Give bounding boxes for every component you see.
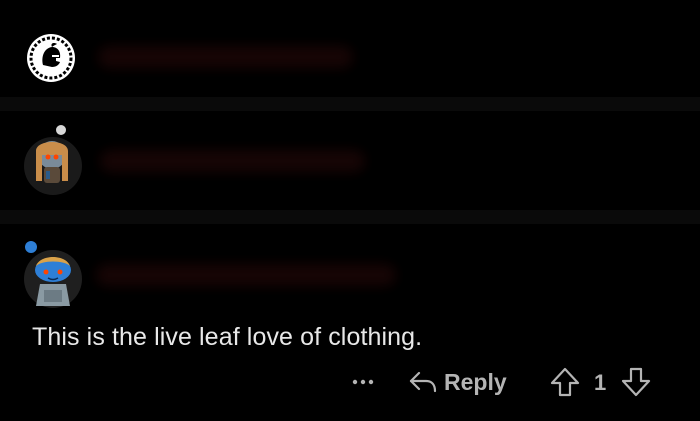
avatar-blonde-icon bbox=[24, 137, 82, 195]
hidden-username bbox=[100, 150, 365, 172]
spartan-helmet-avatar[interactable] bbox=[26, 33, 76, 83]
reply-button[interactable]: Reply bbox=[408, 366, 507, 398]
thread-divider bbox=[0, 210, 700, 224]
ellipsis-icon bbox=[352, 379, 374, 385]
comment-3 bbox=[0, 232, 700, 312]
upvote-button[interactable] bbox=[549, 366, 581, 398]
antenna-icon bbox=[56, 125, 66, 135]
spartan-helmet-icon bbox=[27, 34, 75, 82]
downvote-button[interactable] bbox=[620, 366, 652, 398]
reply-label: Reply bbox=[444, 368, 507, 395]
comment-text: This is the live leaf love of clothing. bbox=[32, 323, 423, 351]
hidden-username bbox=[98, 46, 353, 68]
downvote-arrow-icon bbox=[621, 367, 651, 397]
hidden-username bbox=[96, 264, 396, 286]
avatar-blue-icon bbox=[24, 250, 82, 308]
antenna-icon bbox=[25, 241, 37, 253]
vote-count: 1 bbox=[594, 370, 607, 395]
snoo-blue-avatar[interactable] bbox=[22, 241, 82, 308]
comment-action-bar: Reply 1 bbox=[0, 364, 700, 400]
snoo-blonde-avatar[interactable] bbox=[22, 125, 82, 195]
more-options-button[interactable] bbox=[350, 372, 378, 392]
upvote-arrow-icon bbox=[550, 367, 580, 397]
reply-arrow-icon bbox=[409, 371, 437, 393]
thread-divider bbox=[0, 97, 700, 111]
comment-1 bbox=[0, 20, 700, 96]
comment-2 bbox=[0, 118, 700, 208]
